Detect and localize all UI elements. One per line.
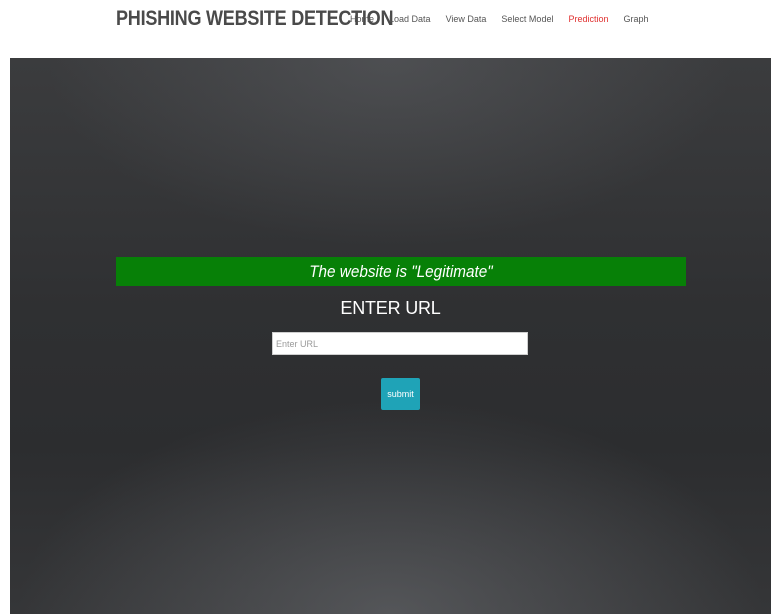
nav-graph-link[interactable]: Graph [623, 14, 648, 24]
result-banner: The website is "Legitimate" [116, 257, 686, 286]
submit-button[interactable]: submit [381, 378, 420, 410]
nav-view-data-link[interactable]: View Data [446, 14, 487, 24]
nav-load-data-link[interactable]: Load Data [389, 14, 431, 24]
url-input[interactable] [272, 332, 528, 355]
page: PHISHING WEBSITE DETECTION Home Load Dat… [0, 0, 771, 614]
prediction-section: The website is "Legitimate" ENTER URL su… [10, 58, 771, 614]
nav-select-model-link[interactable]: Select Model [501, 14, 553, 24]
nav-links: Home Load Data View Data Select Model Pr… [350, 14, 664, 24]
form-title: ENTER URL [340, 298, 441, 318]
nav-home-link[interactable]: Home [350, 14, 374, 24]
nav-prediction-link[interactable]: Prediction [568, 14, 608, 24]
result-message: The website is "Legitimate" [309, 261, 493, 281]
navbar: PHISHING WEBSITE DETECTION Home Load Dat… [0, 0, 771, 58]
